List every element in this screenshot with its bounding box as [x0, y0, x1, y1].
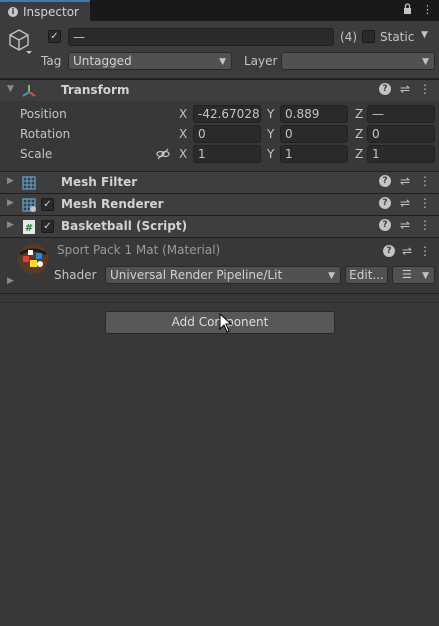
- position-z-label[interactable]: Z: [355, 107, 363, 121]
- scale-z-field[interactable]: 1: [367, 145, 435, 163]
- tab-inspector[interactable]: i Inspector: [0, 0, 90, 21]
- kebab-menu-icon[interactable]: ⋮: [419, 83, 431, 95]
- position-x-label[interactable]: X: [179, 107, 187, 121]
- mesh-renderer-icon: [22, 198, 36, 212]
- position-x-field[interactable]: -42.67028: [193, 105, 261, 123]
- layer-dropdown[interactable]: ▼: [281, 52, 435, 70]
- foldout-collapsed-icon[interactable]: ▶: [7, 276, 14, 286]
- static-checkbox[interactable]: [362, 30, 375, 43]
- divider: [0, 302, 439, 303]
- position-y-field[interactable]: 0.889: [280, 105, 348, 123]
- divider: [0, 293, 439, 294]
- rotation-z-label[interactable]: Z: [355, 127, 363, 141]
- mesh-filter-icon: [22, 176, 36, 190]
- tag-dropdown[interactable]: Untagged ▼: [68, 52, 232, 70]
- edit-shader-button[interactable]: Edit...: [345, 266, 388, 284]
- foldout-expanded-icon[interactable]: ▼: [7, 84, 14, 94]
- material-preview-icon[interactable]: [16, 242, 50, 276]
- scale-label[interactable]: Scale: [20, 147, 52, 161]
- chevron-down-icon: ▼: [328, 271, 335, 281]
- script-enabled-checkbox[interactable]: ✓: [41, 220, 54, 233]
- tab-actions: ⋮: [403, 3, 433, 17]
- kebab-menu-icon[interactable]: ⋮: [419, 175, 431, 187]
- kebab-menu-icon[interactable]: ⋮: [419, 197, 431, 209]
- transform-body: Position X -42.67028 Y 0.889 Z — Rotatio…: [0, 101, 439, 171]
- kebab-menu-icon[interactable]: ⋮: [422, 3, 433, 17]
- position-label[interactable]: Position: [20, 107, 67, 121]
- scale-y-field[interactable]: 1: [280, 145, 348, 163]
- selection-count: (4): [340, 30, 357, 44]
- foldout-collapsed-icon[interactable]: ▶: [7, 176, 14, 186]
- gameobject-cube-icon[interactable]: [8, 27, 32, 55]
- material-title: Sport Pack 1 Mat (Material): [57, 243, 221, 257]
- static-dropdown-icon[interactable]: ▼: [421, 30, 428, 40]
- scale-z-label[interactable]: Z: [355, 147, 363, 161]
- transform-icon: [22, 85, 36, 97]
- help-icon[interactable]: ?: [378, 197, 391, 209]
- shader-dropdown[interactable]: Universal Render Pipeline/Lit ▼: [105, 266, 341, 284]
- basketball-script-header[interactable]: ▶ # ✓ Basketball (Script) ? ⇌ ⋮: [0, 215, 439, 237]
- rotation-y-label[interactable]: Y: [267, 127, 274, 141]
- active-checkbox[interactable]: ✓: [48, 30, 61, 43]
- help-icon[interactable]: ?: [378, 219, 391, 231]
- info-icon: i: [8, 6, 18, 17]
- shader-value: Universal Render Pipeline/Lit: [110, 268, 283, 282]
- foldout-collapsed-icon[interactable]: ▶: [7, 198, 14, 208]
- mesh-renderer-title: Mesh Renderer: [61, 197, 164, 211]
- lock-icon[interactable]: [403, 3, 412, 17]
- rotation-label[interactable]: Rotation: [20, 127, 70, 141]
- tab-bar: i Inspector ⋮: [0, 0, 439, 21]
- material-section: ▶ Sport Pack 1 Mat (Material) ? ⇌ ⋮ Shad…: [0, 237, 439, 293]
- rotation-z-field[interactable]: 0: [367, 125, 435, 143]
- presets-icon[interactable]: ⇌: [402, 245, 412, 257]
- kebab-menu-icon[interactable]: ⋮: [419, 245, 431, 257]
- tab-title: Inspector: [23, 4, 79, 19]
- layer-label: Layer: [244, 54, 278, 68]
- shader-options-dropdown[interactable]: ☰ ▼: [392, 266, 435, 284]
- script-title: Basketball (Script): [61, 219, 188, 233]
- chevron-down-icon: ▼: [219, 57, 226, 67]
- rotation-x-field[interactable]: 0: [193, 125, 261, 143]
- scale-x-label[interactable]: X: [179, 147, 187, 161]
- name-field[interactable]: —: [68, 28, 334, 46]
- rotation-x-label[interactable]: X: [179, 127, 187, 141]
- help-icon[interactable]: ?: [378, 175, 391, 187]
- gameobject-header: ✓ — (4) Static ▼ Tag Untagged ▼ Layer ▼: [0, 21, 439, 79]
- foldout-collapsed-icon[interactable]: ▶: [7, 220, 14, 230]
- list-icon: ☰: [402, 268, 412, 281]
- help-icon[interactable]: ?: [378, 83, 391, 95]
- presets-icon[interactable]: ⇌: [400, 219, 410, 231]
- transform-title: Transform: [61, 83, 130, 97]
- static-label: Static: [380, 30, 415, 44]
- mesh-filter-header[interactable]: ▶ Mesh Filter ? ⇌ ⋮: [0, 171, 439, 193]
- presets-icon[interactable]: ⇌: [400, 175, 410, 187]
- transform-header[interactable]: ▼ Transform ? ⇌ ⋮: [0, 79, 439, 101]
- rotation-y-field[interactable]: 0: [280, 125, 348, 143]
- mouse-cursor-icon: [219, 313, 233, 333]
- mesh-filter-title: Mesh Filter: [61, 175, 138, 189]
- chevron-down-icon: ▼: [422, 271, 429, 281]
- kebab-menu-icon[interactable]: ⋮: [419, 219, 431, 231]
- position-y-label[interactable]: Y: [267, 107, 274, 121]
- position-z-field[interactable]: —: [367, 105, 435, 123]
- scale-y-label[interactable]: Y: [267, 147, 274, 161]
- mesh-renderer-header[interactable]: ▶ ✓ Mesh Renderer ? ⇌ ⋮: [0, 193, 439, 215]
- shader-label: Shader: [54, 268, 97, 282]
- constrain-proportions-icon[interactable]: [156, 148, 170, 160]
- tag-label: Tag: [41, 54, 62, 68]
- presets-icon[interactable]: ⇌: [400, 197, 410, 209]
- tag-value: Untagged: [73, 54, 132, 68]
- help-icon[interactable]: ?: [382, 245, 395, 257]
- scale-x-field[interactable]: 1: [193, 145, 261, 163]
- svg-text:#: #: [25, 223, 33, 234]
- presets-icon[interactable]: ⇌: [400, 83, 410, 95]
- mesh-renderer-enabled-checkbox[interactable]: ✓: [41, 198, 54, 211]
- script-icon: #: [23, 220, 35, 234]
- chevron-down-icon: ▼: [422, 57, 429, 67]
